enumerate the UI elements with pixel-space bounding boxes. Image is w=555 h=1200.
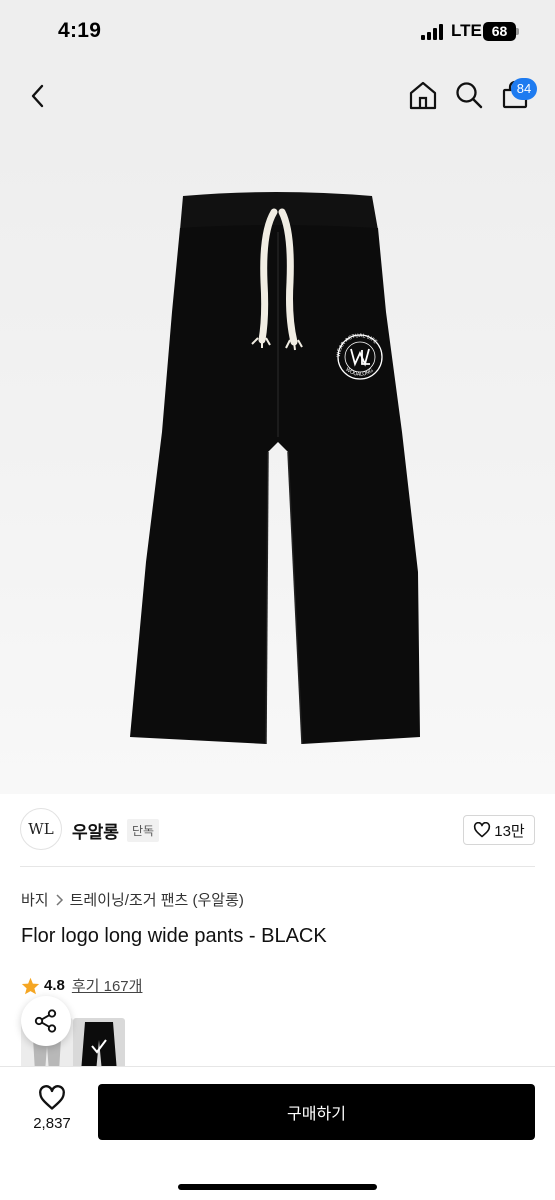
exclusive-badge: 단독: [127, 819, 160, 842]
top-nav-bar: 84: [0, 62, 555, 132]
search-button[interactable]: [450, 76, 488, 114]
heart-icon: [474, 822, 491, 838]
brand-logo[interactable]: WL: [20, 808, 62, 850]
brand-row: WL 우알롱 단독 13만: [20, 806, 535, 852]
back-icon: [31, 84, 44, 108]
breadcrumb-item[interactable]: 바지: [21, 889, 49, 910]
battery-icon: 68: [483, 22, 519, 41]
network-label: LTE: [451, 21, 482, 40]
brand-like-button[interactable]: 13만: [463, 815, 535, 845]
buy-button[interactable]: 구매하기: [98, 1084, 535, 1140]
home-icon: [409, 81, 437, 110]
breadcrumb-item[interactable]: 트레이닝/조거 팬츠 (우알롱): [70, 889, 244, 910]
divider: [20, 866, 535, 867]
cart-count-badge: 84: [511, 78, 537, 100]
chevron-right-icon: [56, 893, 63, 906]
black-pants-thumbnail: [81, 1022, 117, 1072]
color-option-black[interactable]: [73, 1018, 125, 1072]
brand-logo-text: WL: [28, 820, 54, 838]
search-icon: [456, 82, 483, 109]
star-icon: [21, 977, 40, 994]
brand-like-count: 13만: [494, 822, 525, 840]
wishlist-button[interactable]: 2,837: [24, 1085, 80, 1145]
review-link[interactable]: 후기 167개: [72, 975, 143, 996]
rating-value: 4.8: [44, 977, 65, 994]
status-bar: 4:19 LTE 68: [0, 0, 555, 62]
bottom-action-bar: 2,837 구매하기: [0, 1066, 555, 1200]
rating-row: 4.8 후기 167개: [21, 975, 142, 996]
brand-name[interactable]: 우알롱: [72, 818, 119, 843]
product-title: Flor logo long wide pants - BLACK: [21, 925, 327, 947]
wishlist-count: 2,837: [33, 1115, 71, 1132]
home-button[interactable]: [404, 76, 442, 114]
pants-illustration: WEAR ACTUAL LIFE WOOALONG: [130, 192, 420, 745]
battery-level: 68: [491, 23, 508, 39]
breadcrumb: 바지 트레이닝/조거 팬츠 (우알롱): [21, 889, 244, 910]
pants-shape: [130, 225, 420, 744]
status-time: 4:19: [58, 19, 102, 42]
product-image[interactable]: WEAR ACTUAL LIFE WOOALONG: [0, 132, 555, 794]
share-button[interactable]: [21, 996, 71, 1046]
home-indicator: [178, 1184, 377, 1190]
share-icon: [34, 1009, 57, 1033]
back-button[interactable]: [20, 78, 56, 114]
heart-icon: [39, 1085, 65, 1110]
signal-icon: [421, 24, 445, 40]
